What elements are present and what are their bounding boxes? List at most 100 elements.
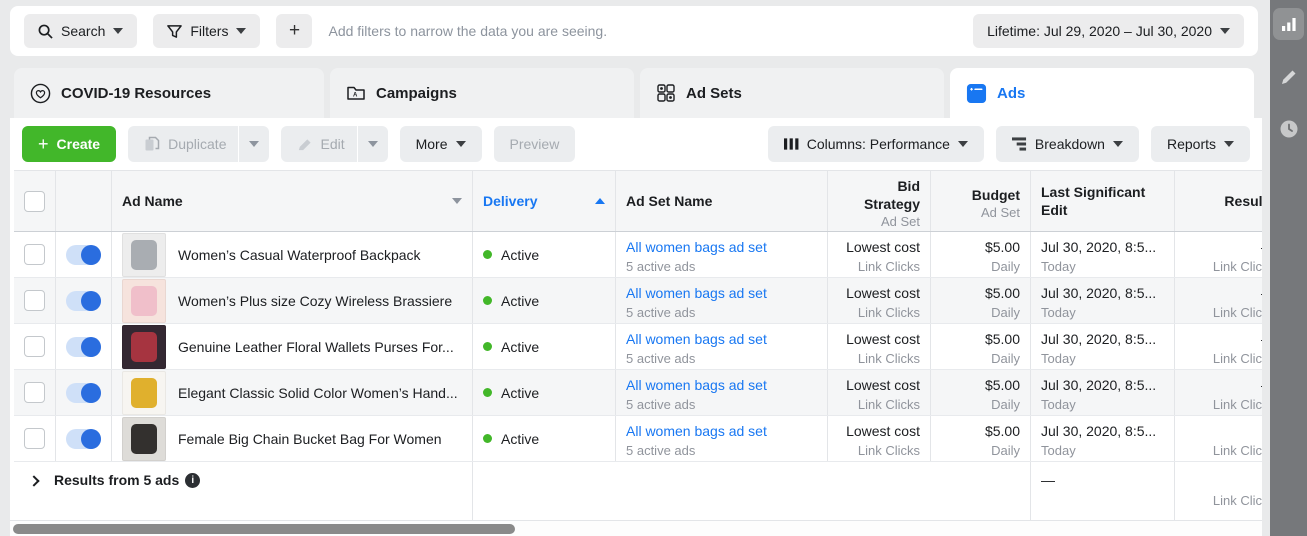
preview-button[interactable]: Preview <box>494 126 576 162</box>
tab-covid-resources[interactable]: COVID-19 Resources <box>14 68 324 118</box>
preview-label: Preview <box>510 136 560 152</box>
last-edit-column-header[interactable]: Last Significant Edit <box>1031 171 1175 231</box>
results-sub: Link Clicks <box>1213 303 1262 322</box>
table-summary-row: Results from 5 ads i — 1 Link Clicks <box>14 462 1262 520</box>
ad-set-name-column-header[interactable]: Ad Set Name <box>616 171 828 231</box>
ad-set-subtext: 5 active ads <box>626 303 695 322</box>
ad-set-link[interactable]: All women bags ad set <box>626 422 767 441</box>
horizontal-scrollbar-thumb[interactable] <box>13 524 515 534</box>
results-column-header[interactable]: Results <box>1175 171 1262 231</box>
search-dropdown-button[interactable]: Search <box>24 14 137 48</box>
delivery-status: Active <box>501 431 539 447</box>
row-checkbox[interactable] <box>24 290 45 311</box>
ad-set-link[interactable]: All women bags ad set <box>626 330 767 349</box>
budget-sub: Daily <box>991 395 1020 414</box>
bid-strategy-header-sub: Ad Set <box>881 213 920 231</box>
bid-strategy-column-header[interactable]: Bid Strategy Ad Set <box>828 171 931 231</box>
horizontal-scrollbar[interactable] <box>10 520 1262 536</box>
ad-name-column-header[interactable]: Ad Name <box>112 171 473 231</box>
ad-active-toggle[interactable] <box>66 337 101 357</box>
chevron-down-icon <box>249 141 259 147</box>
history-button[interactable] <box>1279 119 1299 144</box>
delivery-status: Active <box>501 385 539 401</box>
budget-value: $5.00 <box>985 284 1020 303</box>
reports-button[interactable]: Reports <box>1151 126 1250 162</box>
toggle-knob-icon <box>81 291 101 311</box>
select-all-checkbox[interactable] <box>24 191 45 212</box>
tab-ads[interactable]: Ads <box>950 68 1254 118</box>
bid-strategy-sub: Link Clicks <box>858 257 920 276</box>
ad-name-link[interactable]: Women’s Plus size Cozy Wireless Brassier… <box>178 293 452 309</box>
expand-results-chevron-icon[interactable] <box>28 475 39 486</box>
filter-input-placeholder[interactable]: Add filters to narrow the data you are s… <box>328 23 973 39</box>
plus-icon: + <box>289 20 300 42</box>
ad-active-toggle[interactable] <box>66 429 101 449</box>
table-row: Women’s Casual Waterproof Backpack Activ… <box>14 232 1262 278</box>
bid-strategy-header-label: Bid Strategy <box>838 177 920 213</box>
filter-funnel-icon <box>167 24 182 39</box>
edit-dropdown-button[interactable] <box>358 126 388 162</box>
budget-sub: Daily <box>991 349 1020 368</box>
bid-strategy-sub: Link Clicks <box>858 303 920 322</box>
budget-value: $5.00 <box>985 422 1020 441</box>
filters-dropdown-button[interactable]: Filters <box>153 14 260 48</box>
row-checkbox[interactable] <box>24 382 45 403</box>
chevron-down-icon <box>1113 141 1123 147</box>
last-edit-value: Jul 30, 2020, 8:5... <box>1041 284 1156 303</box>
tab-ad-sets[interactable]: Ad Sets <box>640 68 944 118</box>
sort-caret-icon[interactable] <box>452 198 462 204</box>
create-button[interactable]: + Create <box>22 126 116 162</box>
results-header-label: Results <box>1224 193 1262 209</box>
active-status-dot-icon <box>483 434 492 443</box>
date-range-button[interactable]: Lifetime: Jul 29, 2020 – Jul 30, 2020 <box>973 14 1244 48</box>
ad-set-link[interactable]: All women bags ad set <box>626 376 767 395</box>
row-checkbox[interactable] <box>24 428 45 449</box>
ad-set-link[interactable]: All women bags ad set <box>626 238 767 257</box>
ad-name-link[interactable]: Genuine Leather Floral Wallets Purses Fo… <box>178 339 454 355</box>
row-checkbox[interactable] <box>24 336 45 357</box>
add-filter-button[interactable]: + <box>276 14 312 48</box>
tab-campaigns[interactable]: A Campaigns <box>330 68 634 118</box>
clock-icon <box>1279 119 1299 139</box>
ad-name-link[interactable]: Elegant Classic Solid Color Women’s Hand… <box>178 385 458 401</box>
ad-set-link[interactable]: All women bags ad set <box>626 284 767 303</box>
ad-active-toggle[interactable] <box>66 245 101 265</box>
edit-button[interactable]: Edit <box>281 126 356 162</box>
performance-charts-button[interactable] <box>1273 8 1304 40</box>
info-icon[interactable]: i <box>185 473 200 488</box>
bid-strategy-value: Lowest cost <box>846 422 920 441</box>
product-image <box>131 378 157 408</box>
delivery-header-label: Delivery <box>483 193 537 209</box>
delivery-status: Active <box>501 247 539 263</box>
ad-set-subtext: 5 active ads <box>626 257 695 276</box>
row-checkbox[interactable] <box>24 244 45 265</box>
results-summary-label: Results from 5 ads <box>54 472 179 488</box>
last-edit-header-label: Last Significant Edit <box>1041 183 1164 219</box>
results-sub: Link Clicks <box>1213 349 1262 368</box>
active-status-dot-icon <box>483 250 492 259</box>
duplicate-button[interactable]: Duplicate <box>128 126 238 162</box>
more-button[interactable]: More <box>400 126 482 162</box>
product-image <box>131 286 157 316</box>
budget-column-header[interactable]: Budget Ad Set <box>931 171 1031 231</box>
edit-pencil-icon <box>297 137 312 152</box>
active-status-dot-icon <box>483 388 492 397</box>
chevron-down-icon <box>368 141 378 147</box>
toggle-knob-icon <box>81 383 101 403</box>
summary-results: 1 Link Clicks <box>1175 462 1262 520</box>
date-range-label: Lifetime: Jul 29, 2020 – Jul 30, 2020 <box>987 23 1212 39</box>
product-image <box>131 424 157 454</box>
edit-panel-button[interactable] <box>1280 68 1298 91</box>
ad-active-toggle[interactable] <box>66 291 101 311</box>
ad-active-toggle[interactable] <box>66 383 101 403</box>
ad-name-link[interactable]: Women’s Casual Waterproof Backpack <box>178 247 421 263</box>
columns-button[interactable]: Columns: Performance <box>768 126 984 162</box>
sort-ascending-icon[interactable] <box>595 198 605 204</box>
ads-table: Ad Name Delivery Ad Set Name Bid Strateg… <box>14 170 1262 520</box>
breakdown-button[interactable]: Breakdown <box>996 126 1139 162</box>
delivery-column-header[interactable]: Delivery <box>473 171 616 231</box>
breakdown-label: Breakdown <box>1035 136 1105 152</box>
last-edit-sub: Today <box>1041 257 1076 276</box>
ad-name-link[interactable]: Female Big Chain Bucket Bag For Women <box>178 431 442 447</box>
duplicate-dropdown-button[interactable] <box>239 126 269 162</box>
